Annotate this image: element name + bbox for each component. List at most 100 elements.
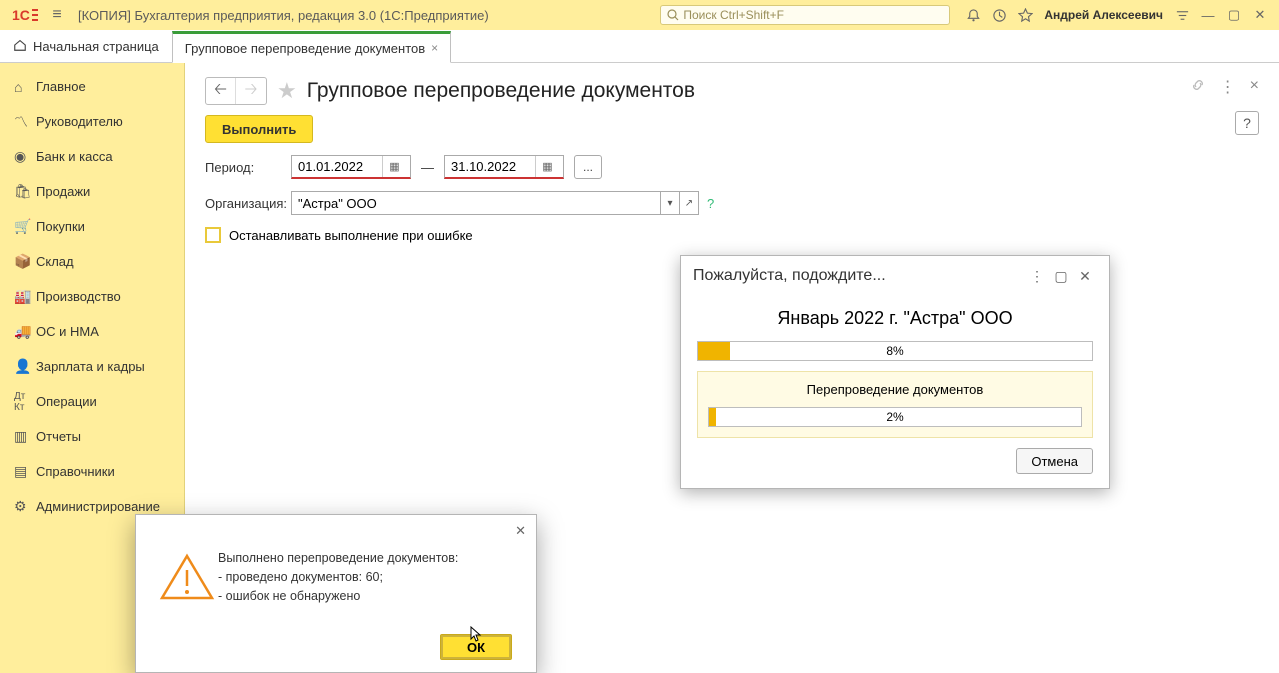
calendar-icon[interactable]: ▦	[535, 156, 559, 177]
sidebar-item-label: Справочники	[36, 464, 115, 479]
titlebar: 1С ≡ [КОПИЯ] Бухгалтерия предприятия, ре…	[0, 0, 1279, 30]
sidebar-item-operations[interactable]: ДтКтОперации	[0, 384, 184, 419]
sidebar-item-reports[interactable]: ▥Отчеты	[0, 419, 184, 454]
app-title: [КОПИЯ] Бухгалтерия предприятия, редакци…	[78, 8, 489, 23]
alert-close-icon[interactable]: ✕	[515, 523, 526, 539]
org-dropdown-icon[interactable]: ▾	[660, 191, 680, 215]
sidebar-item-catalogs[interactable]: ▤Справочники	[0, 454, 184, 489]
help-button[interactable]: ?	[1235, 111, 1259, 135]
sidebar-item-bank[interactable]: ◉Банк и касса	[0, 139, 184, 174]
sidebar-item-label: Руководителю	[36, 114, 123, 129]
progress-title: Пожалуйста, подождите...	[693, 267, 1025, 285]
close-window-icon[interactable]: ✕	[1247, 2, 1273, 28]
progress-status: Перепроведение документов	[708, 382, 1082, 397]
date-from-field[interactable]: ▦	[291, 155, 411, 179]
book-icon: ▤	[14, 463, 36, 480]
tab-close-icon[interactable]: ×	[431, 41, 438, 55]
sidebar-item-purchases[interactable]: 🛒Покупки	[0, 209, 184, 244]
cancel-button[interactable]: Отмена	[1016, 448, 1093, 474]
alert-message: Выполнено перепроведение документов: - п…	[218, 549, 458, 605]
sidebar-item-label: Производство	[36, 289, 121, 304]
bell-icon[interactable]	[960, 2, 986, 28]
stop-on-error-label: Останавливать выполнение при ошибке	[229, 228, 473, 243]
close-page-icon[interactable]: ×	[1250, 77, 1259, 98]
dialog-maximize-icon[interactable]: ▢	[1049, 268, 1073, 285]
cart-icon: 🛒	[14, 218, 36, 235]
nav-forward-icon[interactable]: 🡢	[236, 78, 266, 104]
progress-bar-inner: 2%	[708, 407, 1082, 427]
ok-button[interactable]: ОК	[440, 634, 512, 660]
truck-icon: 🚚	[14, 323, 36, 340]
sidebar-item-hr[interactable]: 👤Зарплата и кадры	[0, 349, 184, 384]
org-field[interactable]	[291, 191, 661, 215]
sidebar-item-warehouse[interactable]: 📦Склад	[0, 244, 184, 279]
dialog-close-icon[interactable]: ✕	[1073, 268, 1097, 285]
bag-icon: 🛍	[14, 183, 36, 200]
sidebar-item-label: Отчеты	[36, 429, 81, 444]
minimize-icon[interactable]: —	[1195, 2, 1221, 28]
date-from-input[interactable]	[292, 156, 382, 177]
sidebar-item-assets[interactable]: 🚚ОС и НМА	[0, 314, 184, 349]
settings-icon[interactable]	[1169, 2, 1195, 28]
alert-line: Выполнено перепроведение документов:	[218, 549, 458, 568]
progress-percent-inner: 2%	[709, 408, 1081, 426]
maximize-icon[interactable]: ▢	[1221, 2, 1247, 28]
sidebar-item-sales[interactable]: 🛍Продажи	[0, 174, 184, 209]
progress-subtitle: Январь 2022 г. "Астра" ООО	[697, 308, 1093, 329]
period-label: Период:	[205, 160, 291, 175]
execute-button[interactable]: Выполнить	[205, 115, 313, 143]
sidebar-item-main[interactable]: ⌂Главное	[0, 69, 184, 104]
sidebar-item-label: Зарплата и кадры	[36, 359, 145, 374]
home-icon	[13, 38, 27, 55]
global-search[interactable]: Поиск Ctrl+Shift+F	[660, 5, 950, 25]
tab-reposting-label: Групповое перепроведение документов	[185, 41, 425, 56]
svg-text:1С: 1С	[12, 7, 30, 23]
org-input[interactable]	[292, 196, 660, 211]
more-icon[interactable]: ⋮	[1220, 77, 1236, 98]
favorite-star-icon[interactable]: ★	[277, 78, 297, 104]
sidebar-item-label: Продажи	[36, 184, 90, 199]
stop-on-error-checkbox[interactable]	[205, 227, 221, 243]
sidebar-item-production[interactable]: 🏭Производство	[0, 279, 184, 314]
bars-icon: ▥	[14, 428, 36, 445]
tab-reposting[interactable]: Групповое перепроведение документов ×	[172, 31, 451, 63]
tab-home[interactable]: Начальная страница	[0, 30, 172, 62]
org-open-icon[interactable]: ↗	[679, 191, 699, 215]
sidebar-item-label: Операции	[36, 394, 97, 409]
sidebar-item-label: Главное	[36, 79, 86, 94]
menu-toggle-icon[interactable]: ≡	[46, 6, 68, 24]
user-name[interactable]: Андрей Алексеевич	[1044, 8, 1163, 22]
nav-back-icon[interactable]: 🡠	[206, 78, 236, 104]
progress-dialog: Пожалуйста, подождите... ⋮ ▢ ✕ Январь 20…	[680, 255, 1110, 489]
coin-icon: ◉	[14, 148, 36, 165]
warning-icon	[156, 549, 218, 605]
date-to-field[interactable]: ▦	[444, 155, 564, 179]
progress-percent: 8%	[698, 342, 1092, 360]
app-logo: 1С	[6, 6, 46, 24]
org-label: Организация:	[205, 196, 291, 211]
calendar-icon[interactable]: ▦	[382, 156, 406, 177]
alert-dialog: ✕ Выполнено перепроведение документов: -…	[135, 514, 537, 673]
link-icon[interactable]	[1190, 77, 1206, 98]
search-icon	[667, 9, 679, 21]
dialog-more-icon[interactable]: ⋮	[1025, 268, 1049, 285]
alert-line: - ошибок не обнаружено	[218, 587, 458, 606]
sidebar-item-manager[interactable]: 〽Руководителю	[0, 104, 184, 139]
org-help-icon[interactable]: ?	[707, 196, 714, 211]
gear-icon: ⚙	[14, 498, 36, 515]
period-dash: —	[421, 160, 434, 175]
period-select-button[interactable]: ...	[574, 155, 602, 179]
person-icon: 👤	[14, 358, 36, 375]
sidebar-item-label: ОС и НМА	[36, 324, 99, 339]
progress-bar-outer: 8%	[697, 341, 1093, 361]
sidebar-item-label: Склад	[36, 254, 74, 269]
history-icon[interactable]	[986, 2, 1012, 28]
date-to-input[interactable]	[445, 156, 535, 177]
box-icon: 📦	[14, 253, 36, 270]
chart-icon: 〽	[14, 112, 36, 132]
nav-arrows: 🡠 🡢	[205, 77, 267, 105]
operations-icon: ДтКт	[14, 391, 36, 413]
tab-home-label: Начальная страница	[33, 39, 159, 54]
star-icon[interactable]	[1012, 2, 1038, 28]
page-title: Групповое перепроведение документов	[307, 79, 695, 103]
